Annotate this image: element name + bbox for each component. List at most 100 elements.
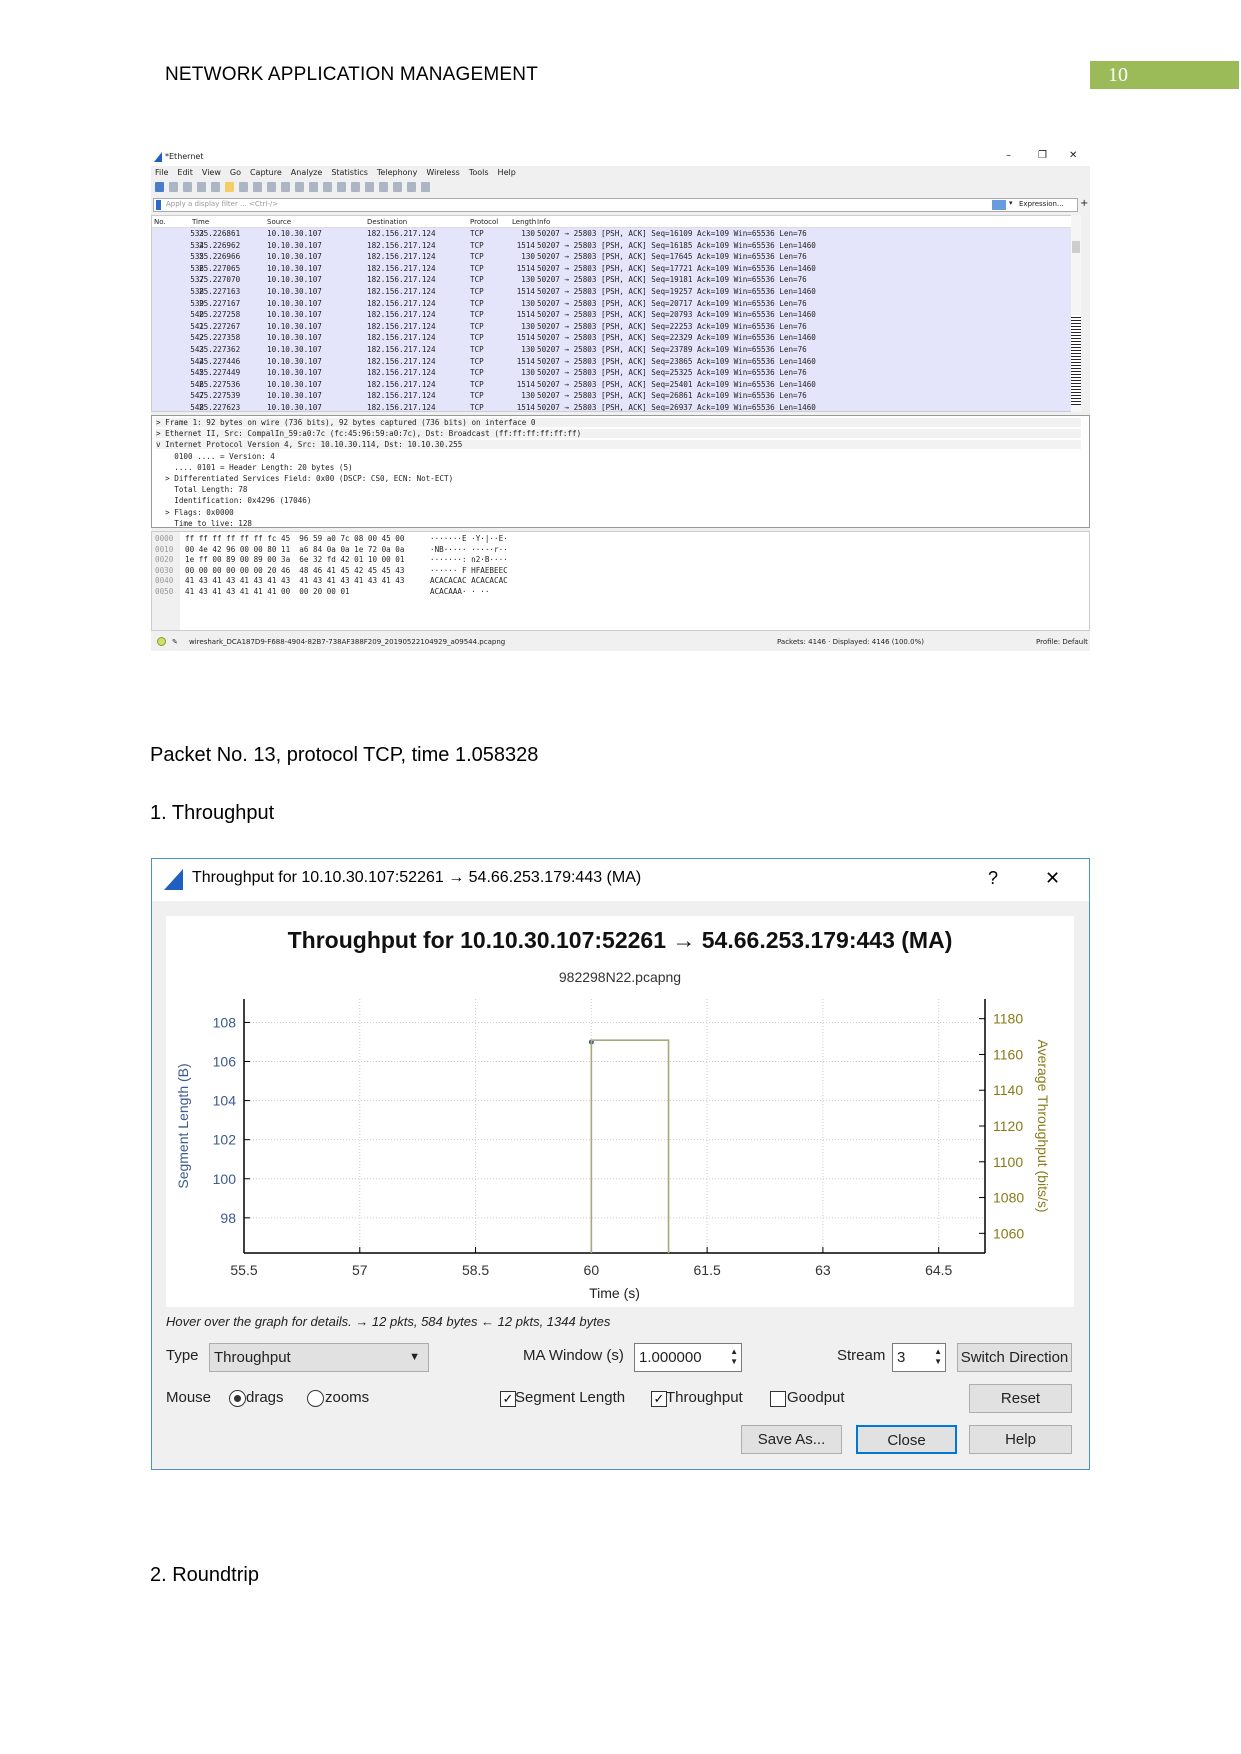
detail-tree-item[interactable]: 0100 .... = Version: 4 <box>156 452 275 461</box>
throughput-chart[interactable]: Throughput for 10.10.30.107:52261 → 54.6… <box>166 916 1074 1307</box>
menu-help[interactable]: Help <box>498 168 516 180</box>
toolbar-button-icon[interactable] <box>379 182 388 192</box>
toolbar-button-icon[interactable] <box>295 182 304 192</box>
help-button[interactable]: Help <box>969 1425 1072 1454</box>
toolbar-button-icon[interactable] <box>155 182 164 192</box>
detail-tree-item[interactable]: v Internet Protocol Version 4, Src: 10.1… <box>156 440 1081 450</box>
toolbar-button-icon[interactable] <box>197 182 206 192</box>
type-select[interactable]: Throughput ▼ <box>209 1343 429 1372</box>
packet-row[interactable]: 536 25.227065 10.10.30.107 182.156.217.124 T… <box>152 262 1072 275</box>
drags-radio[interactable] <box>229 1390 246 1407</box>
packet-row[interactable]: 546 25.227536 10.10.30.107 182.156.217.124 T… <box>152 378 1072 391</box>
filter-dropdown-icon[interactable]: ▾ <box>1009 199 1013 207</box>
toolbar-button-icon[interactable] <box>225 182 234 192</box>
hex-ascii[interactable]: ·······E ·Y·|··E· <box>430 534 508 543</box>
zooms-radio[interactable] <box>307 1390 324 1407</box>
detail-tree-item[interactable]: Total Length: 78 <box>156 485 247 494</box>
profile-label[interactable]: Profile: Default <box>1036 633 1088 651</box>
packet-row[interactable]: 534 25.226962 10.10.30.107 182.156.217.124 T… <box>152 239 1072 252</box>
menu-file[interactable]: File <box>155 168 168 180</box>
menu-go[interactable]: Go <box>230 168 241 180</box>
toolbar-button-icon[interactable] <box>337 182 346 192</box>
toolbar-button-icon[interactable] <box>365 182 374 192</box>
packet-row[interactable]: 538 25.227163 10.10.30.107 182.156.217.124 T… <box>152 286 1072 298</box>
hex-bytes[interactable]: 00 00 00 00 00 00 20 46 48 46 41 45 42 4… <box>185 566 404 575</box>
detail-tree-item[interactable]: > Differentiated Services Field: 0x00 (D… <box>156 474 453 483</box>
column-header-destination[interactable]: Destination <box>367 218 407 226</box>
hex-ascii[interactable]: ······ F HFAEBEEC <box>430 566 508 575</box>
maximize-button[interactable]: ❐ <box>1038 150 1047 161</box>
menu-analyze[interactable]: Analyze <box>291 168 323 180</box>
column-header-info[interactable]: Info <box>537 218 550 226</box>
close-button[interactable]: Close <box>856 1425 957 1454</box>
packet-row[interactable]: 548 25.227623 10.10.30.107 182.156.217.124 T… <box>152 402 1072 411</box>
hex-bytes[interactable]: 41 43 41 43 41 43 41 43 41 43 41 43 41 4… <box>185 576 404 585</box>
packet-row[interactable]: 533 25.226861 10.10.30.107 182.156.217.124 T… <box>152 228 1072 240</box>
packet-row[interactable]: 542 25.227358 10.10.30.107 182.156.217.124 T… <box>152 332 1072 344</box>
throughput-checkbox[interactable]: ✓ <box>651 1391 667 1407</box>
menu-tools[interactable]: Tools <box>469 168 489 180</box>
toolbar-button-icon[interactable] <box>211 182 220 192</box>
toolbar-button-icon[interactable] <box>393 182 402 192</box>
apply-filter-arrow-icon[interactable] <box>992 200 1006 210</box>
spin-arrows-icon[interactable]: ▲ ▼ <box>730 1347 738 1367</box>
packet-bytes-pane[interactable]: 0000 ff ff ff ff ff ff fc 45 96 59 a0 7c … <box>151 531 1090 631</box>
packet-row[interactable]: 547 25.227539 10.10.30.107 182.156.217.124 T… <box>152 390 1072 402</box>
expression-button[interactable]: Expression... <box>1019 200 1064 208</box>
menu-view[interactable]: View <box>202 168 221 180</box>
toolbar-button-icon[interactable] <box>421 182 430 192</box>
packet-row[interactable]: 544 25.227446 10.10.30.107 182.156.217.124 T… <box>152 355 1072 368</box>
menu-telephony[interactable]: Telephony <box>377 168 417 180</box>
hex-ascii[interactable]: ·NB····· ·····r·· <box>430 545 508 554</box>
detail-tree-item[interactable]: > Ethernet II, Src: CompalIn_59:a0:7c (f… <box>156 429 1081 439</box>
chart-area[interactable]: Throughput for 10.10.30.107:52261 → 54.6… <box>166 916 1074 1307</box>
toolbar-button-icon[interactable] <box>407 182 416 192</box>
column-header-no[interactable]: No. <box>154 218 166 226</box>
toolbar-button-icon[interactable] <box>183 182 192 192</box>
segment-length-checkbox[interactable]: ✓ <box>500 1391 516 1407</box>
add-filter-button[interactable]: + <box>1080 198 1088 209</box>
toolbar-button-icon[interactable] <box>253 182 262 192</box>
column-header-time[interactable]: Time <box>192 218 209 226</box>
reset-button[interactable]: Reset <box>969 1384 1072 1413</box>
detail-tree-item[interactable]: > Flags: 0x0000 <box>156 508 234 517</box>
help-icon[interactable]: ? <box>988 859 998 897</box>
toolbar-button-icon[interactable] <box>323 182 332 192</box>
toolbar-button-icon[interactable] <box>267 182 276 192</box>
menu-wireless[interactable]: Wireless <box>426 168 459 180</box>
detail-tree-item[interactable]: Time to live: 128 <box>156 519 252 527</box>
hex-bytes[interactable]: 1e ff 00 89 00 89 00 3a 6e 32 fd 42 01 1… <box>185 555 404 564</box>
packet-row[interactable]: 543 25.227362 10.10.30.107 182.156.217.124 T… <box>152 344 1072 356</box>
hex-ascii[interactable]: ·······: n2·B···· <box>430 555 508 564</box>
packet-row[interactable]: 540 25.227258 10.10.30.107 182.156.217.124 T… <box>152 309 1072 321</box>
hex-bytes[interactable]: 00 4e 42 96 00 00 80 11 a6 84 0a 0a 1e 7… <box>185 545 404 554</box>
column-header-protocol[interactable]: Protocol <box>470 218 498 226</box>
save-as-button[interactable]: Save As... <box>741 1425 842 1454</box>
column-header-length[interactable]: Length <box>512 218 536 226</box>
toolbar-button-icon[interactable] <box>169 182 178 192</box>
packet-row[interactable]: 541 25.227267 10.10.30.107 182.156.217.124 T… <box>152 320 1072 333</box>
packet-row[interactable]: 537 25.227070 10.10.30.107 182.156.217.124 T… <box>152 274 1072 286</box>
packet-row[interactable]: 545 25.227449 10.10.30.107 182.156.217.124 T… <box>152 367 1072 379</box>
close-icon[interactable]: ✕ <box>1045 859 1060 897</box>
toolbar-button-icon[interactable] <box>309 182 318 192</box>
goodput-checkbox[interactable] <box>770 1391 786 1407</box>
spin-arrows-icon[interactable]: ▲ ▼ <box>934 1347 942 1367</box>
detail-tree-item[interactable]: Identification: 0x4296 (17046) <box>156 496 311 505</box>
minimize-button[interactable]: – <box>1006 150 1011 161</box>
edit-comment-icon[interactable]: ✎ <box>172 633 178 651</box>
toolbar-button-icon[interactable] <box>351 182 360 192</box>
hex-bytes[interactable]: ff ff ff ff ff ff fc 45 96 59 a0 7c 08 0… <box>185 534 404 543</box>
hex-ascii[interactable]: ACACACAC ACACACAC <box>430 576 508 585</box>
expert-info-icon[interactable] <box>157 637 166 646</box>
menu-statistics[interactable]: Statistics <box>331 168 368 180</box>
detail-tree-item[interactable]: > Frame 1: 92 bytes on wire (736 bits), … <box>156 418 1081 427</box>
ma-window-spinbox[interactable]: 1.000000 ▲ ▼ <box>634 1343 742 1372</box>
packet-row[interactable]: 539 25.227167 10.10.30.107 182.156.217.124 T… <box>152 297 1072 310</box>
toolbar-button-icon[interactable] <box>281 182 290 192</box>
stream-spinbox[interactable]: 3 ▲ ▼ <box>892 1343 946 1372</box>
switch-direction-button[interactable]: Switch Direction <box>957 1343 1072 1372</box>
hex-ascii[interactable]: ACACAAA· · ·· <box>430 587 489 596</box>
packet-row[interactable]: 535 25.226966 10.10.30.107 182.156.217.124 T… <box>152 251 1072 263</box>
detail-tree-item[interactable]: .... 0101 = Header Length: 20 bytes (5) <box>156 463 352 472</box>
